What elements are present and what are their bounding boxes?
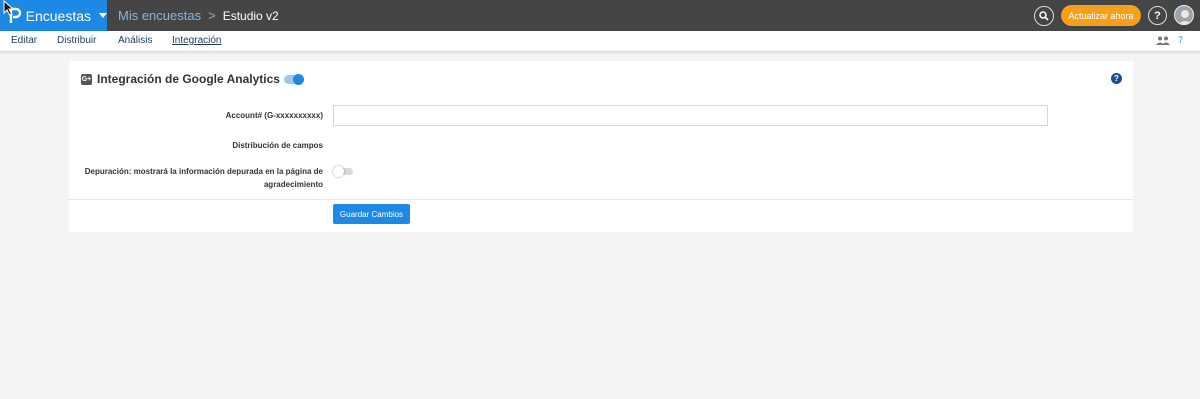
- debug-toggle[interactable]: [333, 166, 353, 177]
- account-input[interactable]: [333, 105, 1048, 126]
- tab-distribuir[interactable]: Distribuir: [57, 35, 96, 46]
- product-name: Encuestas: [25, 7, 91, 24]
- debug-label: Depuración: mostrará la información depu…: [85, 165, 323, 191]
- panel-title: Integración de Google Analytics: [97, 72, 280, 86]
- tab-editar[interactable]: Editar: [11, 35, 37, 46]
- upgrade-button[interactable]: Actualizar ahora: [1061, 5, 1141, 26]
- account-label: Account# (G-xxxxxxxxxx): [225, 111, 323, 120]
- divider: [69, 199, 1133, 200]
- breadcrumb: Mis encuestas > Estudio v2: [118, 0, 279, 31]
- breadcrumb-my-surveys[interactable]: Mis encuestas: [118, 8, 201, 23]
- field-mapping-label: Distribución de campos: [232, 141, 323, 150]
- user-avatar-icon: [1175, 6, 1193, 24]
- panel-header: G+ Integración de Google Analytics: [81, 72, 304, 86]
- cursor-icon: [3, 0, 15, 16]
- tab-analisis[interactable]: Análisis: [118, 35, 152, 46]
- integration-enabled-toggle[interactable]: [283, 73, 304, 85]
- integration-panel: G+ Integración de Google Analytics ? Acc…: [69, 61, 1133, 232]
- search-button[interactable]: [1034, 6, 1054, 26]
- collaborators-count: 7: [1178, 35, 1184, 45]
- help-button[interactable]: ?: [1148, 6, 1167, 25]
- search-icon: [1039, 11, 1049, 21]
- collaborators-indicator[interactable]: 7: [1156, 35, 1183, 45]
- breadcrumb-current-survey: Estudio v2: [222, 8, 279, 23]
- breadcrumb-separator: >: [208, 8, 216, 23]
- debug-label-line1: Depuración: mostrará la información depu…: [84, 167, 323, 176]
- chevron-down-icon: [99, 13, 107, 18]
- tab-integracion[interactable]: Integración: [172, 35, 221, 46]
- top-bar: Encuestas Mis encuestas > Estudio v2 Act…: [0, 0, 1200, 31]
- debug-label-line2: agradecimiento: [263, 180, 323, 189]
- save-button[interactable]: Guardar Cambios: [333, 204, 410, 224]
- product-switcher[interactable]: Encuestas: [0, 0, 107, 31]
- help-icon[interactable]: ?: [1111, 73, 1122, 84]
- avatar[interactable]: [1174, 5, 1194, 25]
- google-plus-icon: G+: [81, 73, 92, 85]
- users-icon: [1156, 36, 1170, 45]
- sub-navigation: Editar Distribuir Análisis Integración 7: [0, 31, 1200, 52]
